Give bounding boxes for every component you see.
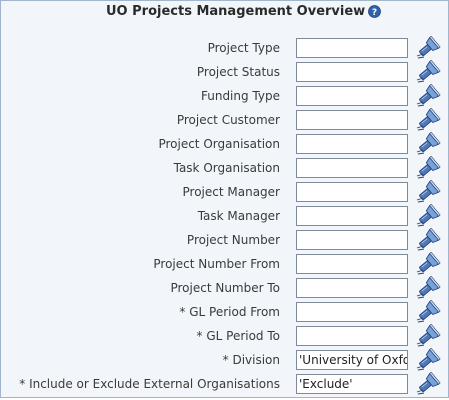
project-manager-label: Project Manager [182, 185, 280, 199]
project-type-label: Project Type [207, 41, 280, 55]
flashlight-search-icon[interactable] [415, 371, 441, 396]
field-row-project-customer: Project Customer [0, 107, 447, 132]
include-or-exclude-external-organisations-label: * Include or Exclude External Organisati… [19, 377, 280, 391]
field-row-project-type: Project Type [0, 35, 447, 60]
task-manager-label: Task Manager [197, 209, 280, 223]
page-title: UO Projects Management Overview ? [106, 4, 382, 19]
field-row-include-or-exclude-external-organisations: * Include or Exclude External Organisati… [0, 371, 447, 396]
project-status-input[interactable] [296, 62, 408, 82]
flashlight-search-icon[interactable] [415, 107, 441, 132]
division-label: * Division [222, 353, 280, 367]
gl-period-to-input[interactable] [296, 326, 408, 346]
flashlight-search-icon[interactable] [415, 131, 441, 156]
project-organisation-input[interactable] [296, 134, 408, 154]
field-row-project-status: Project Status [0, 59, 447, 84]
field-row-funding-type: Funding Type [0, 83, 447, 108]
task-manager-input[interactable] [296, 206, 408, 226]
flashlight-search-icon[interactable] [415, 83, 441, 108]
flashlight-search-icon[interactable] [415, 155, 441, 180]
project-status-label: Project Status [196, 65, 280, 79]
project-customer-input[interactable] [296, 110, 408, 130]
field-row-gl-period-to: * GL Period To [0, 323, 447, 348]
field-row-project-organisation: Project Organisation [0, 131, 447, 156]
gl-period-from-input[interactable] [296, 302, 408, 322]
funding-type-input[interactable] [296, 86, 408, 106]
flashlight-search-icon[interactable] [415, 227, 441, 252]
svg-text:?: ? [372, 8, 377, 18]
project-type-input[interactable] [296, 38, 408, 58]
gl-period-from-label: * GL Period From [179, 305, 280, 319]
project-number-from-input[interactable] [296, 254, 408, 274]
task-organisation-input[interactable] [296, 158, 408, 178]
field-row-project-manager: Project Manager [0, 179, 447, 204]
project-number-to-label: Project Number To [170, 281, 280, 295]
field-row-gl-period-from: * GL Period From [0, 299, 447, 324]
flashlight-search-icon[interactable] [415, 299, 441, 324]
field-row-task-organisation: Task Organisation [0, 155, 447, 180]
flashlight-search-icon[interactable] [415, 323, 441, 348]
project-manager-input[interactable] [296, 182, 408, 202]
page-title-text: UO Projects Management Overview [106, 4, 366, 19]
flashlight-search-icon[interactable] [415, 203, 441, 228]
flashlight-search-icon[interactable] [415, 35, 441, 60]
gl-period-to-label: * GL Period To [196, 329, 280, 343]
field-row-project-number: Project Number [0, 227, 447, 252]
flashlight-search-icon[interactable] [415, 347, 441, 372]
project-number-to-input[interactable] [296, 278, 408, 298]
project-customer-label: Project Customer [176, 113, 280, 127]
field-row-project-number-to: Project Number To [0, 275, 447, 300]
field-row-project-number-from: Project Number From [0, 251, 447, 276]
flashlight-search-icon[interactable] [415, 251, 441, 276]
field-row-division: * Division 'University of Oxford' [0, 347, 447, 372]
division-input[interactable]: 'University of Oxford' [296, 350, 408, 370]
project-number-label: Project Number [186, 233, 280, 247]
help-icon[interactable]: ? [368, 5, 382, 18]
flashlight-search-icon[interactable] [415, 59, 441, 84]
funding-type-label: Funding Type [200, 89, 280, 103]
flashlight-search-icon[interactable] [415, 275, 441, 300]
field-row-task-manager: Task Manager [0, 203, 447, 228]
include-or-exclude-external-organisations-input[interactable]: 'Exclude' [296, 374, 408, 394]
task-organisation-label: Task Organisation [173, 161, 280, 175]
flashlight-search-icon[interactable] [415, 179, 441, 204]
project-number-from-label: Project Number From [153, 257, 280, 271]
project-organisation-label: Project Organisation [158, 137, 280, 151]
project-number-input[interactable] [296, 230, 408, 250]
